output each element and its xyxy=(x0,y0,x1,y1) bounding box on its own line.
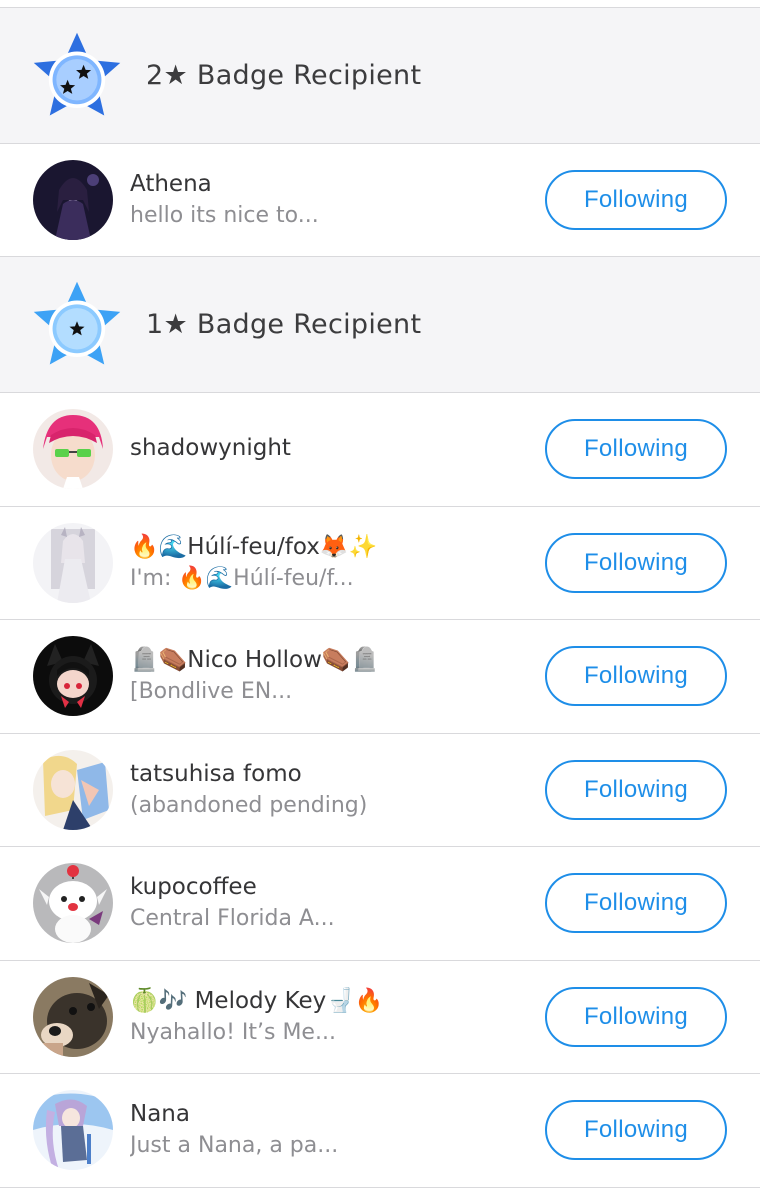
following-button[interactable]: Following xyxy=(545,170,727,230)
user-row[interactable]: Nana Just a Nana, a pa... Following xyxy=(0,1074,760,1188)
user-bio: hello its nice to... xyxy=(130,203,319,228)
following-button[interactable]: Following xyxy=(545,1100,727,1161)
badge-recipients-list: 2★ Badge Recipient Athena hello its nice… xyxy=(0,0,760,1200)
avatar[interactable] xyxy=(33,976,113,1057)
user-bio: I'm: 🔥🌊Húlí-feu/f... xyxy=(130,565,354,591)
user-name: 🍈🎶 Melody Key🚽🔥 xyxy=(130,987,384,1014)
avatar[interactable] xyxy=(33,160,113,240)
user-row[interactable]: 🔥🌊Húlí-feu/fox🦊✨ I'm: 🔥🌊Húlí-feu/f... Fo… xyxy=(0,506,760,620)
user-bio: Just a Nana, a pa... xyxy=(130,1133,339,1159)
user-bio: [Bondlive EN... xyxy=(130,679,293,705)
user-bio: (abandoned pending) xyxy=(130,792,368,818)
user-name: tatsuhisa fomo xyxy=(130,760,302,787)
user-name: 🪦⚰️Nico Hollow⚰️🪦 xyxy=(130,647,380,674)
avatar[interactable] xyxy=(33,749,113,830)
section-title: 1★ Badge Recipient xyxy=(146,309,422,340)
user-row[interactable]: 🍈🎶 Melody Key🚽🔥 Nyahallo! It’s Me... Fol… xyxy=(0,960,760,1074)
user-bio: Central Florida A... xyxy=(130,906,335,932)
user-name: kupocoffee xyxy=(130,874,257,901)
avatar[interactable] xyxy=(33,863,113,944)
user-row[interactable]: tatsuhisa fomo (abandoned pending) Follo… xyxy=(0,733,760,847)
two-star-badge-icon xyxy=(33,32,121,115)
avatar[interactable] xyxy=(33,522,113,603)
following-button[interactable]: Following xyxy=(545,532,727,593)
user-name: Nana xyxy=(130,1101,190,1128)
user-name: 🔥🌊Húlí-feu/fox🦊✨ xyxy=(130,533,378,560)
section-title: 2★ Badge Recipient xyxy=(146,60,422,91)
avatar[interactable] xyxy=(33,1090,113,1171)
user-name: shadowynight xyxy=(130,435,291,462)
avatar[interactable] xyxy=(33,409,113,490)
user-row[interactable]: Athena hello its nice to... Following xyxy=(0,144,760,257)
top-divider xyxy=(0,0,760,8)
avatar[interactable] xyxy=(33,636,113,717)
user-row[interactable]: 🪦⚰️Nico Hollow⚰️🪦 [Bondlive EN... Follow… xyxy=(0,620,760,734)
following-button[interactable]: Following xyxy=(545,646,727,707)
one-star-badge-icon xyxy=(33,281,121,364)
section-header-one-star: 1★ Badge Recipient xyxy=(0,257,760,393)
user-name: Athena xyxy=(130,171,212,197)
section-header-two-star: 2★ Badge Recipient xyxy=(0,8,760,144)
user-bio: Nyahallo! It’s Me... xyxy=(130,1019,336,1045)
following-button[interactable]: Following xyxy=(545,986,727,1047)
following-button[interactable]: Following xyxy=(545,419,727,480)
following-button[interactable]: Following xyxy=(545,873,727,934)
user-row[interactable]: kupocoffee Central Florida A... Followin… xyxy=(0,847,760,961)
user-row[interactable]: shadowynight Following xyxy=(0,393,760,507)
following-button[interactable]: Following xyxy=(545,759,727,820)
